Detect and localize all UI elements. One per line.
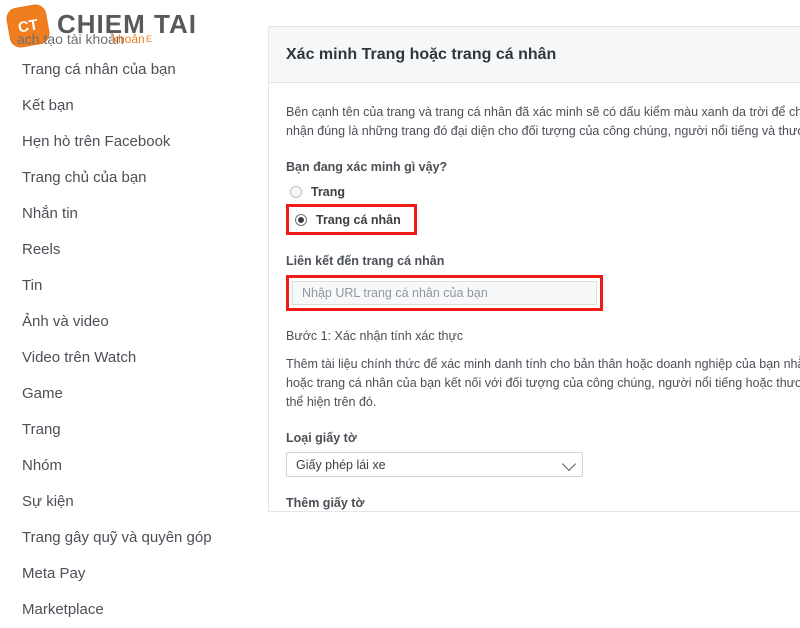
document-type-label: Loại giấy tờ xyxy=(286,431,357,445)
sidebar-item-home[interactable]: Trang chủ của bạn xyxy=(0,160,262,196)
sidebar-item-watch[interactable]: Video trên Watch xyxy=(0,340,262,376)
logo-tagline-accent: khoản xyxy=(112,32,145,46)
verification-panel: Xác minh Trang hoặc trang cá nhân Bên cạ… xyxy=(268,26,800,512)
page-title: Xác minh Trang hoặc trang cá nhân xyxy=(286,45,557,63)
logo-tagline: ach tạo tài khoản xyxy=(17,31,124,47)
profile-link-label: Liên kết đến trang cá nhân xyxy=(286,254,445,268)
step-1-line-2: hoặc trang cá nhân của bạn kết nối với đ… xyxy=(286,376,800,390)
sidebar-item-pages[interactable]: Trang xyxy=(0,412,262,448)
panel-header: Xác minh Trang hoặc trang cá nhân xyxy=(269,27,800,83)
sidebar-item-friends[interactable]: Kết bạn xyxy=(0,88,262,124)
add-document-label: Thêm giấy tờ xyxy=(286,496,365,510)
sidebar-item-groups[interactable]: Nhóm xyxy=(0,448,262,484)
step-1-title: Bước 1: Xác nhận tính xác thực xyxy=(286,329,464,343)
radio-page-label: Trang xyxy=(311,184,346,199)
sidebar-item-reels[interactable]: Reels xyxy=(0,232,262,268)
panel-body: Bên cạnh tên của trang và trang cá nhân … xyxy=(269,83,800,511)
step-1-line-3: thể hiện trên đó. xyxy=(286,395,377,409)
sidebar-item-messages[interactable]: Nhắn tin xyxy=(0,196,262,232)
sidebar-item-profile[interactable]: Trang cá nhân của bạn xyxy=(0,52,262,88)
step-1-line-1: Thêm tài liệu chính thức để xác minh dan… xyxy=(286,357,800,371)
sidebar-item-stories[interactable]: Tin xyxy=(0,268,262,304)
sidebar-item-games[interactable]: Game xyxy=(0,376,262,412)
document-type-select-wrap: Giấy phép lái xe xyxy=(286,452,583,477)
sidebar-item-photos-video[interactable]: Ảnh và video xyxy=(0,304,262,340)
radio-page-icon[interactable] xyxy=(290,185,302,198)
site-logo[interactable]: CT CHIEM TAI ach tạo tài khoản khoản E xyxy=(0,0,262,52)
intro-line-1: Bên cạnh tên của trang và trang cá nhân … xyxy=(286,105,800,119)
radio-profile-icon[interactable] xyxy=(295,213,307,226)
radio-option-page[interactable]: Trang xyxy=(286,181,800,202)
sidebar-item-marketplace[interactable]: Marketplace xyxy=(0,592,262,628)
profile-url-input[interactable] xyxy=(292,281,597,305)
highlight-box-url-input xyxy=(286,275,603,311)
document-type-select[interactable]: Giấy phép lái xe xyxy=(286,452,583,477)
verify-question-label: Bạn đang xác minh gì vậy? xyxy=(286,160,448,174)
sidebar-item-meta-pay[interactable]: Meta Pay xyxy=(0,556,262,592)
sidebar-nav: Trang cá nhân của bạn Kết bạn Hẹn hò trê… xyxy=(0,52,262,628)
sidebar-item-fundraisers[interactable]: Trang gây quỹ và quyên góp xyxy=(0,520,262,556)
intro-line-2: nhận đúng là những trang đó đại diện cho… xyxy=(286,124,800,138)
logo-tagline-accent-2: E xyxy=(146,34,154,44)
sidebar-item-events[interactable]: Sự kiện xyxy=(0,484,262,520)
radio-option-profile[interactable]: Trang cá nhân xyxy=(293,209,414,230)
highlight-box-profile-radio: Trang cá nhân xyxy=(286,204,417,235)
sidebar-item-dating[interactable]: Hẹn hò trên Facebook xyxy=(0,124,262,160)
radio-profile-label: Trang cá nhân xyxy=(316,212,401,227)
